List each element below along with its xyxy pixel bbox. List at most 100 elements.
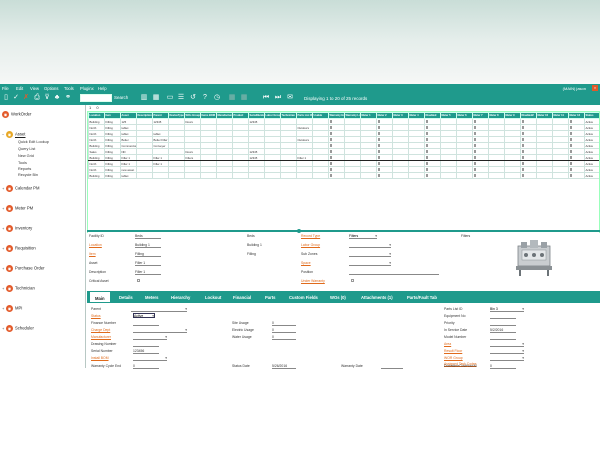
under-warranty-label[interactable]: Under Warranty: [301, 279, 325, 283]
sidebar-sub-quick-edit[interactable]: Quick Edit Lookup: [18, 140, 49, 144]
sidebar-sub-new-grid[interactable]: New Grid: [18, 154, 34, 158]
list-icon[interactable]: ☰: [177, 94, 185, 102]
location-label[interactable]: Location: [89, 243, 102, 247]
row-checkbox[interactable]: [521, 150, 524, 153]
delete-icon[interactable]: ✗: [22, 94, 30, 102]
row-checkbox[interactable]: [569, 150, 572, 153]
comment-icon[interactable]: ✉: [286, 94, 294, 102]
result-floor-select[interactable]: [490, 349, 524, 354]
row-checkbox[interactable]: [569, 126, 572, 129]
chart-icon[interactable]: ▥: [140, 94, 148, 102]
position-field[interactable]: [349, 270, 439, 275]
row-checkbox[interactable]: [473, 138, 476, 141]
in-service-date-field[interactable]: 5/2/2016: [490, 328, 516, 333]
help-icon[interactable]: ?: [201, 94, 209, 102]
row-checkbox[interactable]: [473, 132, 476, 135]
search-button[interactable]: Search: [114, 95, 128, 100]
record-type-label[interactable]: Record Type: [301, 234, 320, 238]
row-checkbox[interactable]: [377, 156, 380, 159]
charge-dept-select[interactable]: [133, 328, 187, 333]
row-checkbox[interactable]: [377, 168, 380, 171]
row-checkbox[interactable]: [425, 162, 428, 165]
new-icon[interactable]: ▯: [2, 94, 10, 102]
tab-hierarchy[interactable]: Hierarchy: [171, 295, 190, 300]
item-label[interactable]: Item: [89, 252, 96, 256]
critical-asset-checkbox[interactable]: [137, 279, 140, 282]
sidebar-item-workorder[interactable]: ◉ WorkOrder: [2, 111, 31, 118]
warranty-cycle-end-field[interactable]: 0: [133, 364, 159, 369]
clock-icon[interactable]: ◷: [213, 94, 221, 102]
row-checkbox[interactable]: [425, 132, 428, 135]
item-field[interactable]: Filling: [135, 252, 161, 257]
close-icon[interactable]: ×: [592, 85, 598, 91]
row-checkbox[interactable]: [425, 144, 428, 147]
wor-group-select[interactable]: [490, 356, 524, 361]
row-checkbox[interactable]: [473, 162, 476, 165]
water-usage-field[interactable]: 0: [272, 335, 296, 340]
menu-pluginx[interactable]: Pluginx: [80, 86, 94, 91]
history-icon[interactable]: ↺: [189, 94, 197, 102]
row-checkbox[interactable]: [569, 162, 572, 165]
sidebar-item-requisition[interactable]: + ◉ Requisition: [2, 245, 36, 252]
install-bom-label[interactable]: Install BOM: [91, 356, 109, 360]
menu-file[interactable]: File: [2, 86, 9, 91]
sidebar-item-calendar-pm[interactable]: + ◉ Calendar PM: [2, 185, 39, 192]
row-checkbox[interactable]: [425, 168, 428, 171]
drawing-number-field[interactable]: [133, 342, 159, 347]
row-checkbox[interactable]: [521, 144, 524, 147]
next-page-icon[interactable]: ⏭: [274, 94, 282, 102]
tree-icon[interactable]: ♣: [53, 94, 61, 102]
tab-parts-fault[interactable]: Parts/Fault Tab: [407, 295, 437, 300]
panel-splitter[interactable]: [87, 229, 600, 233]
monitor-icon[interactable]: ▭: [166, 94, 174, 102]
tab-main[interactable]: Main: [89, 291, 111, 303]
row-checkbox[interactable]: [377, 126, 380, 129]
row-checkbox[interactable]: [569, 174, 572, 177]
row-checkbox[interactable]: [473, 168, 476, 171]
row-checkbox[interactable]: [377, 150, 380, 153]
save-check-icon[interactable]: ✓: [12, 94, 20, 102]
filter-icon[interactable]: ⊽: [43, 94, 51, 102]
tab-financial[interactable]: Financial: [233, 295, 251, 300]
menu-view[interactable]: View: [30, 86, 39, 91]
menu-edit[interactable]: Edit: [16, 86, 23, 91]
labor-group-label[interactable]: Labor Group: [301, 243, 320, 247]
status-select[interactable]: Active: [133, 313, 155, 318]
row-checkbox[interactable]: [329, 150, 332, 153]
row-checkbox[interactable]: [569, 120, 572, 123]
record-type-select[interactable]: Filters: [349, 234, 377, 239]
row-checkbox[interactable]: [521, 138, 524, 141]
parts-list-id-select[interactable]: Bin 3: [490, 307, 524, 312]
tab-meters[interactable]: Meters: [145, 295, 159, 300]
first-page-icon[interactable]: ⏮: [262, 94, 270, 102]
sidebar-sub-query-list[interactable]: Query List: [18, 147, 35, 151]
under-warranty-checkbox[interactable]: [351, 279, 354, 282]
space-label[interactable]: Space: [301, 261, 311, 265]
row-checkbox[interactable]: [329, 162, 332, 165]
sidebar-item-purchase-order[interactable]: + ◉ Purchase Order: [2, 265, 45, 272]
row-checkbox[interactable]: [425, 156, 428, 159]
model-number-field[interactable]: [490, 335, 516, 340]
equipment-no-field[interactable]: [490, 314, 516, 319]
row-checkbox[interactable]: [425, 174, 428, 177]
site-usage-field[interactable]: 0: [272, 321, 296, 326]
row-checkbox[interactable]: [329, 156, 332, 159]
row-checkbox[interactable]: [473, 156, 476, 159]
facility-field[interactable]: Beds: [135, 234, 161, 239]
row-checkbox[interactable]: [521, 120, 524, 123]
row-checkbox[interactable]: [425, 126, 428, 129]
priority-field[interactable]: [490, 321, 516, 326]
tab-custom-fields[interactable]: Custom Fields: [289, 295, 318, 300]
sidebar-sub-tools[interactable]: Tools: [18, 161, 27, 165]
row-checkbox[interactable]: [569, 132, 572, 135]
search-input[interactable]: [80, 94, 112, 102]
row-checkbox[interactable]: [425, 138, 428, 141]
sidebar-sub-recycle-bin[interactable]: Recycle Bin: [18, 173, 38, 177]
row-checkbox[interactable]: [329, 132, 332, 135]
row-checkbox[interactable]: [425, 150, 428, 153]
row-checkbox[interactable]: [521, 168, 524, 171]
row-checkbox[interactable]: [569, 156, 572, 159]
electric-usage-field[interactable]: 0: [272, 328, 296, 333]
downtime-cost-field[interactable]: 0: [490, 364, 516, 369]
menu-tools[interactable]: Tools: [64, 86, 74, 91]
